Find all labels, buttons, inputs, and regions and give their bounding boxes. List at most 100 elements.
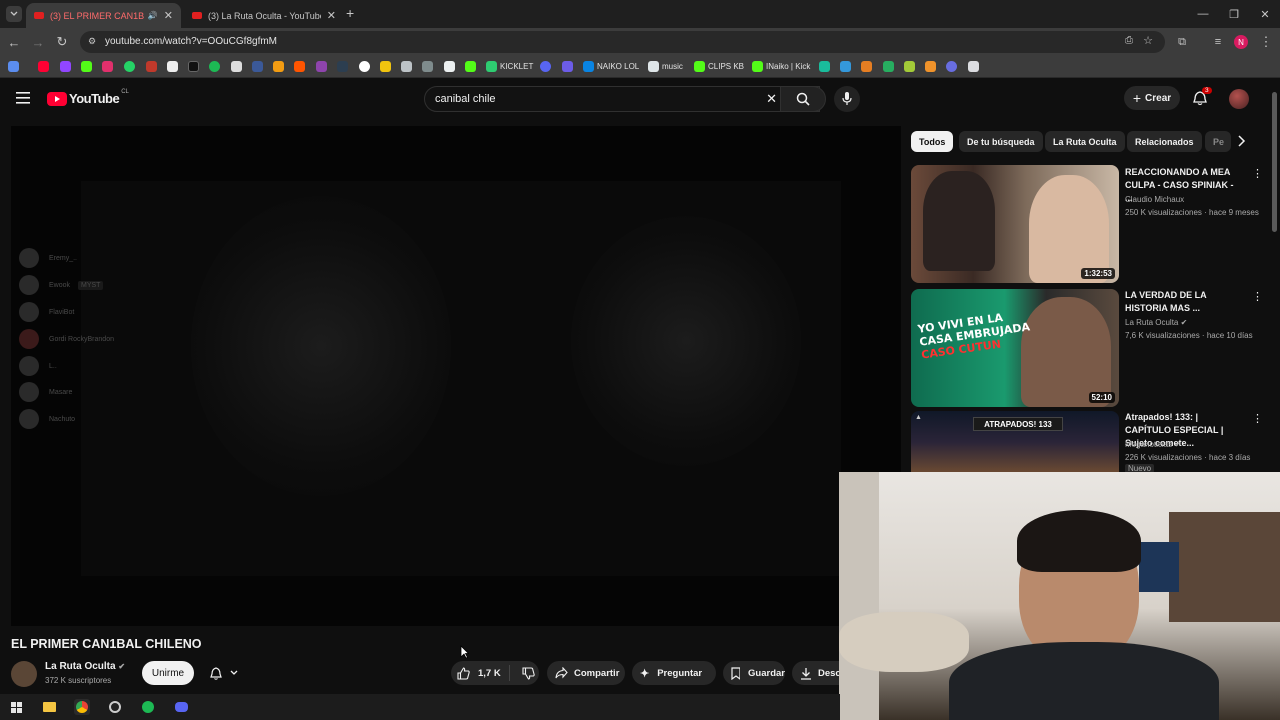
- address-bar[interactable]: ⚙ youtube.com/watch?v=OOuCGf8gfmM ⎙ ☆: [80, 31, 1165, 53]
- bookmark-spotify-icon[interactable]: [209, 61, 220, 72]
- bookmark-discord-icon[interactable]: [540, 61, 551, 72]
- bookmark-clips-label[interactable]: CLIPS KB: [708, 62, 744, 71]
- join-button[interactable]: Unirme: [142, 661, 194, 685]
- notifications-button[interactable]: 3: [1193, 87, 1212, 106]
- bookmark-yellow-icon[interactable]: [380, 61, 391, 72]
- spotify-icon[interactable]: [140, 699, 156, 715]
- channel-avatar[interactable]: [11, 661, 37, 687]
- page-scrollbar[interactable]: [1272, 92, 1277, 232]
- video-channel[interactable]: Meganoticias ✔: [1125, 440, 1181, 449]
- discord-icon[interactable]: [173, 699, 189, 715]
- close-window-button[interactable]: ✕: [1249, 0, 1280, 28]
- chip-la-ruta-oculta[interactable]: La Ruta Oculta: [1045, 131, 1125, 152]
- bookmark-diamond-icon[interactable]: [444, 61, 455, 72]
- close-tab-icon[interactable]: ✕: [327, 9, 336, 22]
- forward-button[interactable]: →: [30, 34, 46, 50]
- chip-de-tu-busqueda[interactable]: De tu búsqueda: [959, 131, 1043, 152]
- bookmark-instagram-icon[interactable]: [102, 61, 113, 72]
- apps-grid-icon[interactable]: [8, 61, 19, 72]
- bookmark-chrome-icon[interactable]: [359, 61, 370, 72]
- chip-relacionados[interactable]: Relacionados: [1127, 131, 1202, 152]
- chip-next-button[interactable]: [1236, 134, 1246, 148]
- bookmark-kick-green-icon[interactable]: [465, 61, 476, 72]
- save-button[interactable]: Guardar: [723, 661, 785, 685]
- bookmark-star-icon[interactable]: ☆: [1143, 34, 1153, 47]
- search-button[interactable]: [780, 86, 826, 112]
- restore-button[interactable]: ❐: [1218, 0, 1250, 28]
- video-channel[interactable]: Claudio Michaux: [1125, 195, 1184, 204]
- media-control-icon[interactable]: ≡: [1210, 34, 1226, 50]
- back-button[interactable]: ←: [6, 34, 22, 50]
- more-actions-icon[interactable]: ⋮: [1252, 290, 1263, 303]
- bookmark-cat-icon[interactable]: [401, 61, 412, 72]
- bookmark-kick-link-label[interactable]: INaiko | Kick: [766, 62, 810, 71]
- youtube-logo[interactable]: YouTube CL: [47, 89, 129, 106]
- bookmark-blue-icon[interactable]: [252, 61, 263, 72]
- bookmark-swirl-icon[interactable]: [946, 61, 957, 72]
- bookmark-music-label[interactable]: music: [662, 62, 683, 71]
- menu-kebab-icon[interactable]: ⋮: [1258, 34, 1274, 50]
- video-title[interactable]: LA VERDAD DE LA HISTORIA MAS ...: [1125, 289, 1243, 315]
- dislike-button[interactable]: [522, 666, 535, 680]
- windows-start-icon[interactable]: [8, 699, 24, 715]
- voice-search-button[interactable]: [834, 86, 860, 112]
- site-info-icon[interactable]: ⚙: [88, 36, 96, 47]
- bookmark-tiktok-icon[interactable]: [188, 61, 199, 72]
- bookmark-naiko-icon[interactable]: [583, 61, 594, 72]
- bookmark-bars-icon[interactable]: [840, 61, 851, 72]
- bookmark-orange2-icon[interactable]: [861, 61, 872, 72]
- channel-name[interactable]: La Ruta Oculta ✔: [45, 661, 125, 672]
- more-actions-icon[interactable]: ⋮: [1252, 167, 1263, 180]
- profile-avatar[interactable]: N: [1234, 35, 1248, 49]
- bookmark-kick-link-icon[interactable]: [752, 61, 763, 72]
- bookmark-music-icon[interactable]: [648, 61, 659, 72]
- bookmark-whatsapp-icon[interactable]: [124, 61, 135, 72]
- close-tab-icon[interactable]: ✕: [164, 9, 173, 22]
- chip-more[interactable]: Pe: [1205, 131, 1231, 152]
- obs-icon[interactable]: [107, 699, 123, 715]
- like-button[interactable]: 1,7 K: [451, 666, 501, 680]
- bookmark-naiko-label[interactable]: NAIKO LOL: [597, 62, 639, 71]
- video-channel[interactable]: La Ruta Oculta ✔: [1125, 318, 1187, 327]
- bookmark-orange-icon[interactable]: [273, 61, 284, 72]
- account-avatar[interactable]: [1229, 89, 1249, 109]
- bookmark-search-icon[interactable]: [337, 61, 348, 72]
- create-button[interactable]: + Crear: [1124, 86, 1180, 110]
- bookmark-youtube-icon[interactable]: [38, 61, 49, 72]
- tab-search-button[interactable]: [6, 6, 22, 22]
- bookmark-clips-icon[interactable]: [694, 61, 705, 72]
- bookmark-s-icon[interactable]: [231, 61, 242, 72]
- bookmark-robot-icon[interactable]: [968, 61, 979, 72]
- bookmark-soundcloud-icon[interactable]: [294, 61, 305, 72]
- bookmark-purple-icon[interactable]: [316, 61, 327, 72]
- subscription-bell-button[interactable]: [201, 661, 247, 685]
- bookmark-twitch-icon[interactable]: [60, 61, 71, 72]
- extensions-icon[interactable]: ⧉: [1174, 34, 1190, 50]
- bookmark-shield-icon[interactable]: [562, 61, 573, 72]
- bookmark-kick-icon[interactable]: [81, 61, 92, 72]
- ask-button[interactable]: ✦ Preguntar: [632, 661, 716, 685]
- bookmark-magnet-icon[interactable]: [925, 61, 936, 72]
- search-input[interactable]: canibal chile ✕: [424, 86, 820, 112]
- minimize-button[interactable]: —: [1187, 0, 1219, 28]
- new-tab-button[interactable]: +: [346, 5, 354, 21]
- file-explorer-icon[interactable]: [41, 699, 57, 715]
- video-thumbnail[interactable]: 1:32:53: [911, 165, 1119, 283]
- install-icon[interactable]: ⎙: [1125, 35, 1133, 46]
- speaker-icon[interactable]: 🔊: [148, 11, 158, 20]
- video-thumbnail[interactable]: YO VIVI EN LA CASA EMBRUJADA CASO CUTUN …: [911, 289, 1119, 407]
- browser-tab-active[interactable]: (3) EL PRIMER CAN1BAL CH 🔊 ✕: [26, 3, 181, 28]
- bookmark-gray-icon[interactable]: [422, 61, 433, 72]
- hamburger-menu-icon[interactable]: [16, 92, 30, 104]
- share-button[interactable]: Compartir: [547, 661, 625, 685]
- chrome-icon[interactable]: [74, 699, 90, 715]
- bookmark-kicklet-icon[interactable]: [486, 61, 497, 72]
- bookmark-pin-icon[interactable]: [146, 61, 157, 72]
- clear-search-icon[interactable]: ✕: [766, 91, 777, 107]
- bookmark-lime-icon[interactable]: [904, 61, 915, 72]
- bookmark-teal-icon[interactable]: [819, 61, 830, 72]
- more-actions-icon[interactable]: ⋮: [1252, 412, 1263, 425]
- video-player[interactable]: Eremy_.. Ewook MYST FlaviBot Gordi RockyB…: [11, 126, 901, 626]
- browser-tab[interactable]: (3) La Ruta Oculta - YouTube ✕: [184, 3, 344, 28]
- bookmark-green2-icon[interactable]: [883, 61, 894, 72]
